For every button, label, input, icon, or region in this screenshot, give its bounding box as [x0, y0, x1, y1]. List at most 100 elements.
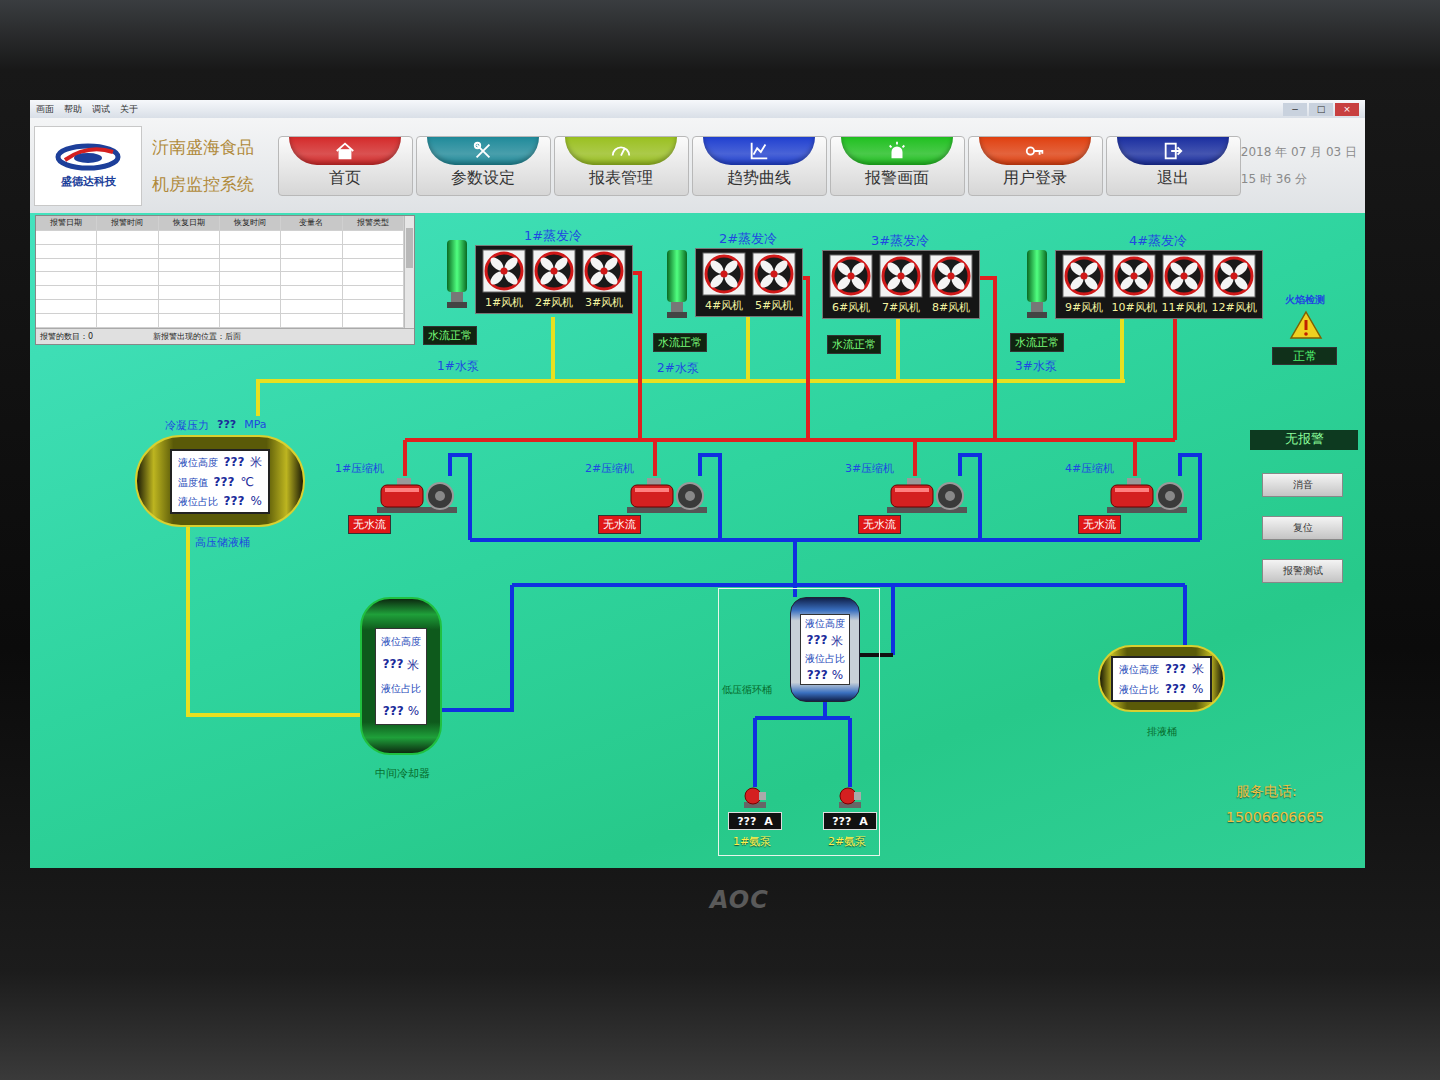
empty-cell: [36, 286, 97, 299]
empty-cell: [281, 300, 342, 313]
column-header[interactable]: 恢复日期: [159, 216, 220, 230]
column-header[interactable]: 报警日期: [36, 216, 97, 230]
nav-cap: [289, 137, 401, 165]
nav-button[interactable]: 报警画面: [830, 136, 965, 196]
service-phone: 15006606665: [1226, 809, 1324, 825]
nav-button[interactable]: 报表管理: [554, 136, 689, 196]
fan[interactable]: 7#风机: [876, 254, 926, 315]
fan[interactable]: 11#风机: [1159, 254, 1209, 315]
fire-status: 正常: [1272, 347, 1337, 365]
pressure-unit: MPa: [244, 418, 266, 433]
drain-barrel[interactable]: 液位高度???米液位占比???%: [1098, 645, 1225, 712]
reading-value: ???: [1165, 662, 1186, 676]
empty-cell: [343, 300, 404, 313]
reading-unit: %: [250, 494, 261, 508]
window-control[interactable]: −: [1283, 103, 1307, 116]
reading-value: ???: [224, 494, 245, 508]
current-value: ???: [737, 815, 756, 828]
empty-cell: [281, 272, 342, 285]
menu-item[interactable]: 画面: [36, 103, 54, 116]
reading-value-row: ???米: [383, 657, 420, 674]
nav-label: 参数设定: [447, 165, 519, 192]
nav-button[interactable]: 趋势曲线: [692, 136, 827, 196]
home-icon: [334, 140, 356, 162]
fan-label: 9#风机: [1065, 300, 1103, 315]
fan[interactable]: 5#风机: [749, 252, 799, 313]
window-control[interactable]: □: [1309, 103, 1333, 116]
water-pump-icon[interactable]: [445, 240, 469, 308]
reading-label: 液位占比: [381, 682, 421, 696]
high-pressure-receiver[interactable]: 液位高度???米温度值???℃液位占比???%: [135, 435, 305, 527]
fan-icon: [929, 254, 973, 298]
suction-pipe: [891, 585, 895, 655]
compressor-flow-status: 无水流: [858, 515, 901, 534]
suction-pipe: [442, 585, 512, 710]
fan-label: 7#风机: [882, 300, 920, 315]
nav-button[interactable]: 用户登录: [968, 136, 1103, 196]
barrel-name: 低压循环桶: [722, 683, 772, 697]
reading-label: 温度值: [178, 476, 208, 490]
compressor-icon[interactable]: [885, 476, 970, 513]
menu-item[interactable]: 帮助: [64, 103, 82, 116]
compressor-label: 1#压缩机: [335, 461, 384, 476]
empty-cell: [97, 300, 158, 313]
fan[interactable]: 8#风机: [926, 254, 976, 315]
nav-button[interactable]: 参数设定: [416, 136, 551, 196]
alarm-position: 新报警出现的位置：后面: [153, 331, 241, 342]
reading-value-row: ???%: [807, 668, 843, 682]
water-pump-icon[interactable]: [665, 250, 689, 318]
fan[interactable]: 9#风机: [1059, 254, 1109, 315]
reading-value: ???: [214, 475, 235, 489]
time-text: 15 时 36 分: [1241, 171, 1357, 188]
ammonia-pump-icon[interactable]: [838, 785, 862, 809]
suction-pipe: [823, 702, 827, 718]
fan[interactable]: 2#风机: [529, 249, 579, 310]
reading-label: 液位占比: [1119, 683, 1159, 697]
column-header[interactable]: 变量名: [281, 216, 342, 230]
window-control[interactable]: ×: [1335, 103, 1359, 116]
reading-value: ???: [224, 455, 245, 469]
current-unit: A: [859, 815, 868, 828]
column-header[interactable]: 报警类型: [343, 216, 404, 230]
discharge-pipe: [1173, 319, 1177, 440]
discharge-pipe: [653, 440, 657, 476]
action-button[interactable]: 复位: [1262, 516, 1343, 540]
fan[interactable]: 12#风机: [1209, 254, 1259, 315]
scrollbar[interactable]: [404, 216, 414, 328]
compressor-icon[interactable]: [625, 476, 710, 513]
menu-item[interactable]: 关于: [120, 103, 138, 116]
intermediate-cooler[interactable]: 液位高度???米液位占比???%: [360, 597, 442, 755]
page: 画面帮助调试关于−□×盛德达科技沂南盛海食品机房监控系统首页参数设定报表管理趋势…: [0, 0, 1440, 1080]
column-header[interactable]: 恢复时间: [220, 216, 281, 230]
fan[interactable]: 4#风机: [699, 252, 749, 313]
fan[interactable]: 1#风机: [479, 249, 529, 310]
nav-label: 退出: [1153, 165, 1193, 192]
fan[interactable]: 10#风机: [1109, 254, 1159, 315]
action-button[interactable]: 报警测试: [1262, 559, 1343, 583]
reading-unit: ℃: [240, 475, 253, 489]
alarm-count: 报警的数目：0: [40, 331, 93, 342]
alarm-light-icon: [886, 140, 908, 162]
compressor-icon[interactable]: [1105, 476, 1190, 513]
fan[interactable]: 6#风机: [826, 254, 876, 315]
column-header[interactable]: 报警时间: [97, 216, 158, 230]
menu-item[interactable]: 调试: [92, 103, 110, 116]
ammonia-pump-icon[interactable]: [743, 785, 767, 809]
empty-cell: [97, 272, 158, 285]
low-pressure-barrel[interactable]: 液位高度???米液位占比???%: [790, 597, 860, 702]
pressure-value: ???: [217, 418, 236, 433]
nav-cap: [427, 137, 539, 165]
water-pump-icon[interactable]: [1025, 250, 1049, 318]
empty-cell: [97, 245, 158, 258]
nav-button[interactable]: 首页: [278, 136, 413, 196]
nav-button[interactable]: 退出: [1106, 136, 1241, 196]
fan[interactable]: 3#风机: [579, 249, 629, 310]
empty-cell: [36, 245, 97, 258]
fan-label: 5#风机: [755, 298, 793, 313]
condenser-title: 2#蒸发冷: [719, 230, 777, 248]
compressor-icon[interactable]: [375, 476, 460, 513]
action-button[interactable]: 消音: [1262, 473, 1343, 497]
cooler-name: 中间冷却器: [375, 766, 430, 781]
drain-name: 排液桶: [1147, 725, 1177, 739]
scroll-thumb[interactable]: [406, 228, 413, 268]
